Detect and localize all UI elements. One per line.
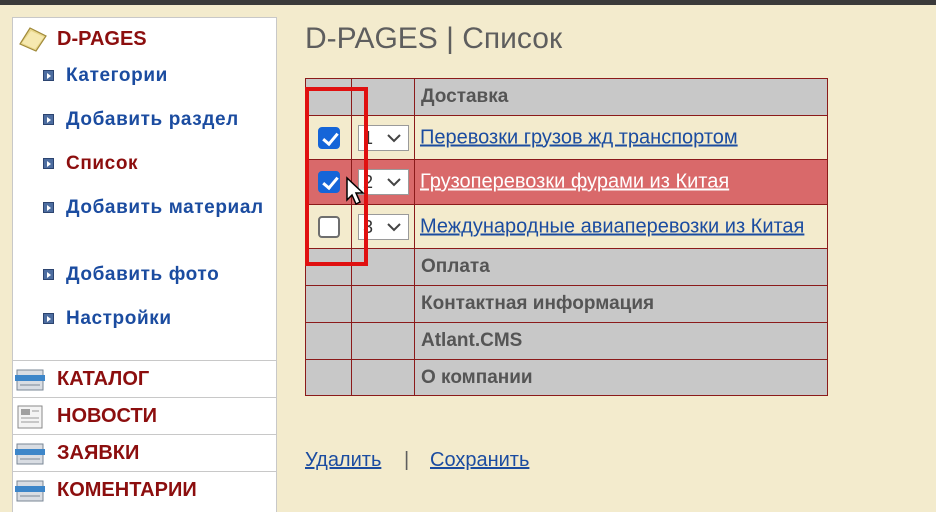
page-link[interactable]: Грузоперевозки фурами из Китая — [420, 171, 729, 194]
nav-item-label: Добавить фото — [66, 264, 220, 285]
actions-separator: | — [404, 449, 410, 471]
cell-checkbox — [306, 160, 352, 204]
group-label: О компании — [421, 366, 533, 388]
nav-item-label: Категории — [66, 65, 168, 86]
nav-item-add-photo[interactable]: Добавить фото — [43, 263, 273, 287]
nav-item-add-section[interactable]: Добавить раздел — [43, 108, 273, 132]
cell-checkbox — [306, 323, 352, 359]
table-row-selected: 2 Грузоперевозки фурами из Китая — [306, 160, 827, 205]
page-link[interactable]: Международные авиаперевозки из Китая — [420, 215, 804, 238]
sidebar: D-PAGES Категории Добавить раздел Список… — [12, 17, 277, 512]
cell-order: 1 — [352, 116, 415, 159]
order-select[interactable]: 3 — [358, 213, 409, 240]
order-select[interactable]: 2 — [358, 169, 409, 195]
catalog-icon — [15, 369, 45, 391]
module-header[interactable]: D-PAGES — [13, 18, 276, 58]
section-news[interactable]: НОВОСТИ — [13, 397, 276, 434]
order-value: 1 — [363, 127, 374, 148]
section-comments[interactable]: КОМЕНТАРИИ — [13, 471, 276, 508]
bullet-arrow-icon — [43, 70, 54, 81]
section-requests[interactable]: ЗАЯВКИ — [13, 434, 276, 471]
section-label: КОМЕНТАРИИ — [57, 479, 197, 501]
nav-item-categories[interactable]: Категории — [43, 64, 273, 88]
section-catalog[interactable]: КАТАЛОГ — [13, 360, 276, 397]
group-label: Контактная информация — [421, 293, 655, 314]
section-label: КАТАЛОГ — [57, 368, 150, 390]
nav-item-label: Список — [66, 153, 139, 174]
top-bar — [0, 0, 936, 5]
bullet-arrow-icon — [43, 114, 54, 125]
cell-checkbox — [306, 360, 352, 395]
cell-checkbox — [306, 286, 352, 322]
cell-order — [352, 360, 415, 395]
cell-title: Оплата — [415, 249, 827, 285]
chevron-down-icon — [387, 178, 401, 187]
nav-item-label: Добавить материал — [66, 197, 264, 218]
cell-title: Перевозки грузов жд транспортом — [415, 116, 827, 159]
group-label: Доставка — [421, 86, 509, 107]
cell-checkbox — [306, 205, 352, 248]
order-value: 2 — [363, 172, 374, 192]
nav-item-add-material[interactable]: Добавить материал — [43, 196, 273, 244]
cell-title: Международные авиаперевозки из Китая — [415, 205, 827, 248]
delete-button[interactable]: Удалить — [305, 449, 381, 472]
bullet-arrow-icon — [43, 158, 54, 169]
nav-item-settings[interactable]: Настройки — [43, 307, 273, 331]
module-title: D-PAGES — [57, 28, 147, 50]
chevron-down-icon — [387, 222, 401, 231]
order-value: 3 — [363, 216, 374, 237]
bullet-arrow-icon — [43, 202, 54, 213]
news-icon — [17, 405, 43, 429]
table-row-group: Atlant.CMS — [306, 323, 827, 360]
order-select[interactable]: 1 — [358, 124, 409, 151]
cell-order: 3 — [352, 205, 415, 248]
nav-item-label: Добавить раздел — [66, 109, 239, 130]
cell-checkbox — [306, 116, 352, 159]
nav-item-list[interactable]: Список — [43, 152, 273, 176]
bullet-arrow-icon — [43, 269, 54, 280]
save-button[interactable]: Сохранить — [430, 449, 529, 472]
nav-item-label: Настройки — [66, 308, 172, 329]
folder-icon — [19, 27, 47, 52]
cell-title: Доставка — [415, 79, 827, 115]
bullet-arrow-icon — [43, 313, 54, 324]
section-label: НОВОСТИ — [57, 405, 158, 427]
row-checkbox[interactable] — [318, 215, 340, 238]
row-checkbox[interactable] — [318, 126, 340, 149]
cell-order — [352, 286, 415, 322]
chevron-down-icon — [387, 133, 401, 142]
cell-checkbox — [306, 249, 352, 285]
cell-order: 2 — [352, 160, 415, 204]
page-link[interactable]: Перевозки грузов жд транспортом — [420, 126, 738, 149]
cell-title: Atlant.CMS — [415, 323, 827, 359]
table-row: 1 Перевозки грузов жд транспортом — [306, 116, 827, 160]
table-row-group: Оплата — [306, 249, 827, 286]
cell-order — [352, 323, 415, 359]
cell-title: О компании — [415, 360, 827, 395]
pages-table: Доставка 1 Перевозки грузов жд транспорт… — [305, 78, 828, 396]
cell-order — [352, 249, 415, 285]
table-row: 3 Международные авиаперевозки из Китая — [306, 205, 827, 249]
table-row-group: Доставка — [306, 79, 827, 116]
cell-title: Грузоперевозки фурами из Китая — [415, 160, 827, 204]
comments-icon — [15, 480, 45, 502]
row-checkbox[interactable] — [318, 171, 340, 193]
section-label: ЗАЯВКИ — [57, 442, 140, 464]
cell-checkbox — [306, 79, 352, 115]
cell-order — [352, 79, 415, 115]
table-row-group: Контактная информация — [306, 286, 827, 323]
group-label: Оплата — [421, 256, 490, 277]
group-label: Atlant.CMS — [421, 330, 523, 351]
requests-icon — [15, 443, 45, 465]
page-title: D-PAGES | Список — [305, 22, 563, 55]
cell-title: Контактная информация — [415, 286, 827, 322]
table-row-group: О компании — [306, 360, 827, 395]
